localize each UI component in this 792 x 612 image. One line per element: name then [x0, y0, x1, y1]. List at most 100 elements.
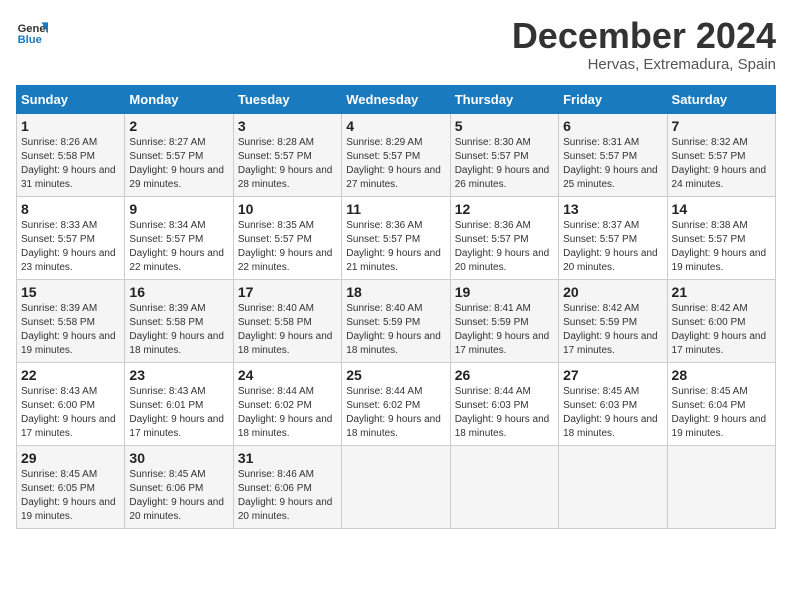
- col-saturday: Saturday: [667, 85, 775, 113]
- day-info: Sunrise: 8:44 AMSunset: 6:02 PMDaylight:…: [238, 386, 333, 439]
- table-row: 14 Sunrise: 8:38 AMSunset: 5:57 PMDaylig…: [667, 196, 775, 279]
- logo: General Blue: [16, 16, 48, 48]
- calendar-week-5: 29 Sunrise: 8:45 AMSunset: 6:05 PMDaylig…: [17, 445, 776, 528]
- day-info: Sunrise: 8:44 AMSunset: 6:03 PMDaylight:…: [455, 386, 550, 439]
- day-info: Sunrise: 8:41 AMSunset: 5:59 PMDaylight:…: [455, 303, 550, 356]
- day-info: Sunrise: 8:30 AMSunset: 5:57 PMDaylight:…: [455, 137, 550, 190]
- table-row: 19 Sunrise: 8:41 AMSunset: 5:59 PMDaylig…: [450, 279, 558, 362]
- table-row: 28 Sunrise: 8:45 AMSunset: 6:04 PMDaylig…: [667, 362, 775, 445]
- col-thursday: Thursday: [450, 85, 558, 113]
- table-row: 17 Sunrise: 8:40 AMSunset: 5:58 PMDaylig…: [233, 279, 341, 362]
- day-info: Sunrise: 8:45 AMSunset: 6:05 PMDaylight:…: [21, 469, 116, 522]
- day-number: 15: [21, 284, 120, 300]
- table-row: 21 Sunrise: 8:42 AMSunset: 6:00 PMDaylig…: [667, 279, 775, 362]
- day-number: 11: [346, 201, 445, 217]
- day-info: Sunrise: 8:34 AMSunset: 5:57 PMDaylight:…: [129, 220, 224, 273]
- col-sunday: Sunday: [17, 85, 125, 113]
- table-row: 18 Sunrise: 8:40 AMSunset: 5:59 PMDaylig…: [342, 279, 450, 362]
- header: General Blue December 2024 Hervas, Extre…: [16, 16, 776, 73]
- logo-icon: General Blue: [16, 16, 48, 48]
- day-info: Sunrise: 8:33 AMSunset: 5:57 PMDaylight:…: [21, 220, 116, 273]
- day-info: Sunrise: 8:36 AMSunset: 5:57 PMDaylight:…: [455, 220, 550, 273]
- table-row: 13 Sunrise: 8:37 AMSunset: 5:57 PMDaylig…: [559, 196, 667, 279]
- calendar-week-1: 1 Sunrise: 8:26 AMSunset: 5:58 PMDayligh…: [17, 113, 776, 196]
- day-number: 19: [455, 284, 554, 300]
- table-row: 2 Sunrise: 8:27 AMSunset: 5:57 PMDayligh…: [125, 113, 233, 196]
- table-row: 9 Sunrise: 8:34 AMSunset: 5:57 PMDayligh…: [125, 196, 233, 279]
- day-number: 24: [238, 367, 337, 383]
- day-number: 1: [21, 118, 120, 134]
- table-row: 24 Sunrise: 8:44 AMSunset: 6:02 PMDaylig…: [233, 362, 341, 445]
- day-info: Sunrise: 8:35 AMSunset: 5:57 PMDaylight:…: [238, 220, 333, 273]
- day-info: Sunrise: 8:38 AMSunset: 5:57 PMDaylight:…: [672, 220, 767, 273]
- table-row: 26 Sunrise: 8:44 AMSunset: 6:03 PMDaylig…: [450, 362, 558, 445]
- calendar-week-2: 8 Sunrise: 8:33 AMSunset: 5:57 PMDayligh…: [17, 196, 776, 279]
- day-info: Sunrise: 8:29 AMSunset: 5:57 PMDaylight:…: [346, 137, 441, 190]
- table-row: 4 Sunrise: 8:29 AMSunset: 5:57 PMDayligh…: [342, 113, 450, 196]
- day-number: 26: [455, 367, 554, 383]
- table-row: 10 Sunrise: 8:35 AMSunset: 5:57 PMDaylig…: [233, 196, 341, 279]
- day-info: Sunrise: 8:36 AMSunset: 5:57 PMDaylight:…: [346, 220, 441, 273]
- day-number: 18: [346, 284, 445, 300]
- day-number: 22: [21, 367, 120, 383]
- table-row: 12 Sunrise: 8:36 AMSunset: 5:57 PMDaylig…: [450, 196, 558, 279]
- day-number: 12: [455, 201, 554, 217]
- col-wednesday: Wednesday: [342, 85, 450, 113]
- day-number: 25: [346, 367, 445, 383]
- table-row: 29 Sunrise: 8:45 AMSunset: 6:05 PMDaylig…: [17, 445, 125, 528]
- day-info: Sunrise: 8:39 AMSunset: 5:58 PMDaylight:…: [21, 303, 116, 356]
- table-row: 15 Sunrise: 8:39 AMSunset: 5:58 PMDaylig…: [17, 279, 125, 362]
- table-row: 23 Sunrise: 8:43 AMSunset: 6:01 PMDaylig…: [125, 362, 233, 445]
- day-info: Sunrise: 8:43 AMSunset: 6:01 PMDaylight:…: [129, 386, 224, 439]
- table-row: 25 Sunrise: 8:44 AMSunset: 6:02 PMDaylig…: [342, 362, 450, 445]
- day-info: Sunrise: 8:32 AMSunset: 5:57 PMDaylight:…: [672, 137, 767, 190]
- table-row: [667, 445, 775, 528]
- table-row: [342, 445, 450, 528]
- day-number: 4: [346, 118, 445, 134]
- day-info: Sunrise: 8:40 AMSunset: 5:58 PMDaylight:…: [238, 303, 333, 356]
- day-number: 6: [563, 118, 662, 134]
- table-row: 7 Sunrise: 8:32 AMSunset: 5:57 PMDayligh…: [667, 113, 775, 196]
- day-number: 8: [21, 201, 120, 217]
- table-row: 11 Sunrise: 8:36 AMSunset: 5:57 PMDaylig…: [342, 196, 450, 279]
- day-info: Sunrise: 8:45 AMSunset: 6:03 PMDaylight:…: [563, 386, 658, 439]
- col-monday: Monday: [125, 85, 233, 113]
- day-number: 2: [129, 118, 228, 134]
- table-row: [450, 445, 558, 528]
- day-info: Sunrise: 8:42 AMSunset: 5:59 PMDaylight:…: [563, 303, 658, 356]
- table-row: 1 Sunrise: 8:26 AMSunset: 5:58 PMDayligh…: [17, 113, 125, 196]
- day-number: 21: [672, 284, 771, 300]
- day-info: Sunrise: 8:26 AMSunset: 5:58 PMDaylight:…: [21, 137, 116, 190]
- day-info: Sunrise: 8:45 AMSunset: 6:06 PMDaylight:…: [129, 469, 224, 522]
- month-title: December 2024: [512, 16, 776, 56]
- day-number: 17: [238, 284, 337, 300]
- day-number: 16: [129, 284, 228, 300]
- location-title: Hervas, Extremadura, Spain: [512, 56, 776, 73]
- day-info: Sunrise: 8:42 AMSunset: 6:00 PMDaylight:…: [672, 303, 767, 356]
- calendar-week-4: 22 Sunrise: 8:43 AMSunset: 6:00 PMDaylig…: [17, 362, 776, 445]
- table-row: 20 Sunrise: 8:42 AMSunset: 5:59 PMDaylig…: [559, 279, 667, 362]
- day-number: 14: [672, 201, 771, 217]
- day-info: Sunrise: 8:39 AMSunset: 5:58 PMDaylight:…: [129, 303, 224, 356]
- col-tuesday: Tuesday: [233, 85, 341, 113]
- day-number: 5: [455, 118, 554, 134]
- day-number: 9: [129, 201, 228, 217]
- day-number: 31: [238, 450, 337, 466]
- day-number: 23: [129, 367, 228, 383]
- day-number: 27: [563, 367, 662, 383]
- day-number: 3: [238, 118, 337, 134]
- day-info: Sunrise: 8:45 AMSunset: 6:04 PMDaylight:…: [672, 386, 767, 439]
- day-number: 20: [563, 284, 662, 300]
- day-info: Sunrise: 8:46 AMSunset: 6:06 PMDaylight:…: [238, 469, 333, 522]
- day-info: Sunrise: 8:44 AMSunset: 6:02 PMDaylight:…: [346, 386, 441, 439]
- table-row: 5 Sunrise: 8:30 AMSunset: 5:57 PMDayligh…: [450, 113, 558, 196]
- col-friday: Friday: [559, 85, 667, 113]
- calendar-table: Sunday Monday Tuesday Wednesday Thursday…: [16, 85, 776, 529]
- table-row: 16 Sunrise: 8:39 AMSunset: 5:58 PMDaylig…: [125, 279, 233, 362]
- table-row: 3 Sunrise: 8:28 AMSunset: 5:57 PMDayligh…: [233, 113, 341, 196]
- day-number: 28: [672, 367, 771, 383]
- day-number: 29: [21, 450, 120, 466]
- day-info: Sunrise: 8:40 AMSunset: 5:59 PMDaylight:…: [346, 303, 441, 356]
- day-info: Sunrise: 8:27 AMSunset: 5:57 PMDaylight:…: [129, 137, 224, 190]
- day-number: 13: [563, 201, 662, 217]
